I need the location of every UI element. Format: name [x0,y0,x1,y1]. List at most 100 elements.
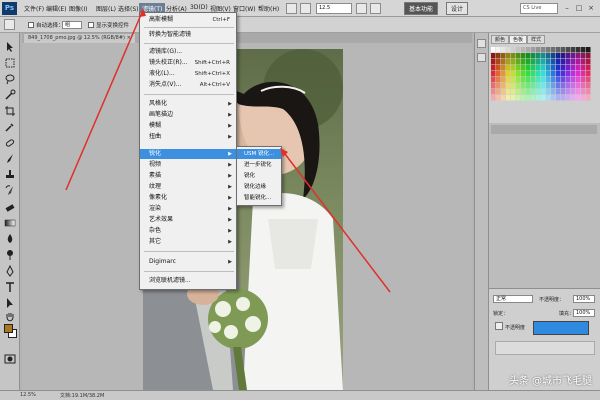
color-swatch[interactable] [496,95,501,101]
color-swatch[interactable] [506,83,511,89]
color-swatch[interactable] [496,47,501,53]
color-swatch[interactable] [556,89,561,95]
color-swatch[interactable] [541,71,546,77]
crop-tool-icon[interactable] [4,105,16,117]
cs-live-field[interactable]: CS Live [520,3,558,14]
color-swatch[interactable] [531,77,536,83]
color-swatch[interactable] [576,53,581,59]
color-swatch[interactable] [536,65,541,71]
brush-tool-icon[interactable] [4,153,16,165]
color-swatch[interactable] [556,47,561,53]
menu-item-sharpen[interactable]: 锐化 ▶ [140,149,236,159]
menu-item-artistic[interactable]: 艺术效果 ▶ [140,215,236,225]
submenu-item-sharpen-more[interactable]: 进一步锐化 [237,160,281,170]
color-swatch[interactable] [556,71,561,77]
path-selection-tool-icon[interactable] [4,297,16,309]
menu-select[interactable]: 选择(S) [118,4,139,13]
color-swatch[interactable] [531,59,536,65]
color-swatch[interactable] [586,59,591,65]
color-swatch[interactable] [576,71,581,77]
healing-brush-tool-icon[interactable] [4,137,16,149]
color-swatch[interactable] [491,89,496,95]
layer-visibility-icon[interactable] [495,322,503,330]
show-transform-checkbox[interactable] [88,22,94,28]
color-swatch[interactable] [581,71,586,77]
color-swatch[interactable] [541,89,546,95]
color-swatch[interactable] [566,53,571,59]
menu-item-distort[interactable]: 扭曲 ▶ [140,132,236,142]
color-swatch[interactable] [566,47,571,53]
close-icon[interactable]: × [586,3,596,13]
color-swatch[interactable] [551,71,556,77]
menu-item-lens-correction[interactable]: 镜头校正(R)... Shift+Ctrl+R [140,58,236,68]
color-swatch[interactable] [536,83,541,89]
color-swatch[interactable] [551,95,556,101]
color-swatch[interactable] [541,47,546,53]
color-swatch[interactable] [571,77,576,83]
color-swatch[interactable] [561,89,566,95]
color-swatch[interactable] [551,59,556,65]
quick-mask-icon[interactable] [4,353,16,365]
gradient-tool-icon[interactable] [4,217,16,229]
color-swatch[interactable] [501,77,506,83]
color-swatch[interactable] [561,95,566,101]
color-swatch[interactable] [586,83,591,89]
color-swatch[interactable] [501,95,506,101]
color-swatch[interactable] [491,71,496,77]
history-panel-icon[interactable] [477,39,486,48]
color-swatch[interactable] [586,77,591,83]
color-swatch[interactable] [491,77,496,83]
color-swatch[interactable] [496,71,501,77]
color-swatch[interactable] [546,65,551,71]
color-swatch[interactable] [576,95,581,101]
color-swatch[interactable] [556,53,561,59]
menu-item-pixelate[interactable]: 像素化 ▶ [140,193,236,203]
menu-item-convert-smart-filter[interactable]: 转换为智能滤镜 [140,30,236,40]
color-swatch[interactable] [576,77,581,83]
color-swatch[interactable] [526,59,531,65]
foreground-color-swatch[interactable] [4,324,13,333]
color-swatch[interactable] [581,83,586,89]
color-swatch[interactable] [581,89,586,95]
color-swatch[interactable] [506,89,511,95]
color-swatch[interactable] [526,77,531,83]
color-swatch[interactable] [491,53,496,59]
color-swatch[interactable] [511,53,516,59]
color-swatch[interactable] [501,65,506,71]
color-swatch[interactable] [536,59,541,65]
color-swatch[interactable] [576,65,581,71]
tab-color[interactable]: 颜色 [491,35,510,44]
layer-mask-thumbnail[interactable] [533,321,589,335]
color-swatch[interactable] [561,77,566,83]
menu-item-texture[interactable]: 纹理 ▶ [140,182,236,192]
color-swatch[interactable] [551,65,556,71]
color-swatch[interactable] [571,59,576,65]
marquee-tool-icon[interactable] [4,57,16,69]
color-swatch[interactable] [576,59,581,65]
color-swatch[interactable] [561,65,566,71]
color-swatch[interactable] [531,65,536,71]
color-swatch[interactable] [551,89,556,95]
color-swatch[interactable] [536,53,541,59]
auto-select-checkbox[interactable] [28,22,34,28]
blur-tool-icon[interactable] [4,233,16,245]
color-swatch[interactable] [576,47,581,53]
color-swatch[interactable] [561,59,566,65]
pen-tool-icon[interactable] [4,264,16,277]
color-swatch[interactable] [521,77,526,83]
color-swatch[interactable] [501,59,506,65]
color-swatch[interactable] [571,83,576,89]
menu-item-vanishing-point[interactable]: 消失点(V)... Alt+Ctrl+V [140,80,236,90]
color-swatch[interactable] [516,65,521,71]
color-swatch[interactable] [501,83,506,89]
color-swatch[interactable] [566,59,571,65]
layer-row[interactable] [495,341,595,355]
color-swatch[interactable] [586,65,591,71]
maximize-icon[interactable]: □ [574,3,584,13]
submenu-item-smart-sharpen[interactable]: 智能锐化... [237,193,281,203]
color-swatch[interactable] [501,53,506,59]
color-swatch[interactable] [506,77,511,83]
menu-image[interactable]: 图像(I) [69,4,87,13]
color-swatch[interactable] [516,89,521,95]
color-swatch[interactable] [566,95,571,101]
